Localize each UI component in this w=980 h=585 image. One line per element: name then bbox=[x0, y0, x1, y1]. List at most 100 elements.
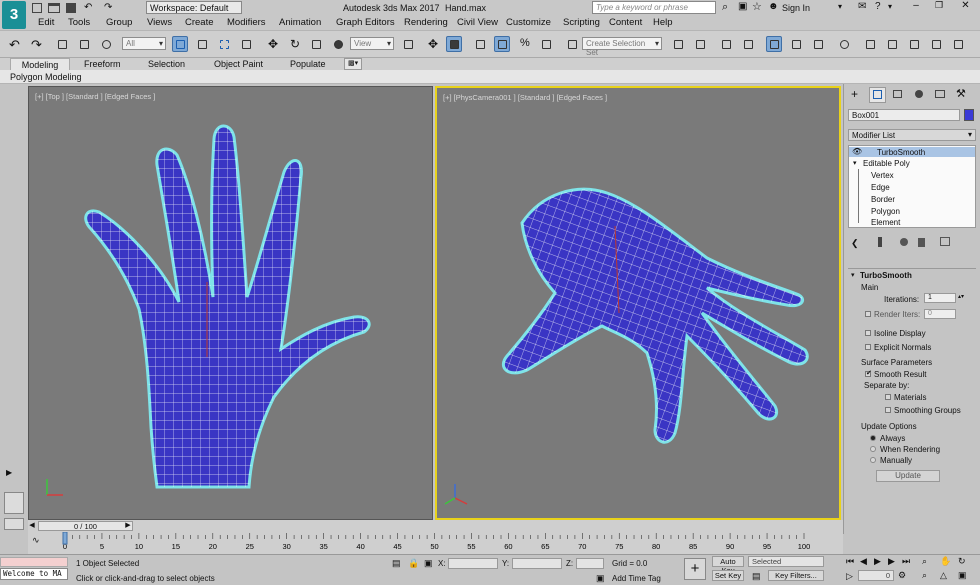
prev-frame-icon[interactable]: ◀ bbox=[860, 556, 867, 567]
trackbar[interactable]: 0 5 10 15 20 25 30 35 40 45 50 55 60 65 70 75 80 85 90 95 10… bbox=[28, 532, 843, 554]
stack-item-border[interactable]: Border bbox=[871, 195, 895, 204]
goto-start-icon[interactable]: ⏮ bbox=[846, 556, 854, 567]
isolate-selection-icon[interactable]: ▤ bbox=[392, 558, 401, 569]
menu-create[interactable]: Create bbox=[185, 17, 214, 28]
set-key-plus-icon[interactable]: + bbox=[684, 558, 706, 580]
render-cloud-icon[interactable] bbox=[950, 36, 966, 52]
manually-radio[interactable] bbox=[870, 457, 876, 463]
viewport-top[interactable]: [+] [Top ] [Standard ] [Edged Faces ] bbox=[28, 86, 433, 520]
collapse-arrow-icon[interactable]: ▾ bbox=[853, 159, 857, 167]
utilities-tab-icon[interactable]: ⚒ bbox=[953, 87, 970, 103]
y-coord-field[interactable] bbox=[512, 558, 562, 569]
menu-content[interactable]: Content bbox=[609, 17, 642, 28]
app-logo[interactable]: 3 bbox=[2, 1, 26, 29]
prev-frame-arrow-icon[interactable]: ◀ bbox=[28, 521, 36, 531]
open-file-icon[interactable] bbox=[48, 3, 60, 13]
align-icon[interactable] bbox=[692, 36, 708, 52]
layer-explorer-icon[interactable] bbox=[740, 36, 756, 52]
tab-populate[interactable]: Populate bbox=[286, 58, 330, 70]
x-coord-field[interactable] bbox=[448, 558, 498, 569]
smoothing-groups-checkbox[interactable] bbox=[885, 407, 891, 413]
workspace-dropdown[interactable]: Workspace: Default bbox=[146, 1, 242, 14]
update-button[interactable]: Update bbox=[876, 470, 940, 482]
ribbon-sub-label[interactable]: Polygon Modeling bbox=[10, 72, 82, 82]
curve-editor-icon[interactable] bbox=[788, 36, 804, 52]
scene-explorer-icon[interactable] bbox=[718, 36, 734, 52]
show-end-result-icon[interactable] bbox=[878, 237, 882, 247]
menu-modifiers[interactable]: Modifiers bbox=[227, 17, 266, 28]
redo-button[interactable]: ↷ bbox=[28, 36, 44, 52]
minimize-icon[interactable]: – bbox=[905, 0, 927, 15]
menu-animation[interactable]: Animation bbox=[279, 17, 321, 28]
iterations-spinner[interactable]: 1 bbox=[924, 293, 956, 303]
keyboard-shortcut-override-button[interactable] bbox=[446, 36, 462, 52]
transform-mode-icon[interactable]: ▣ bbox=[424, 558, 433, 569]
isoline-display-checkbox[interactable] bbox=[865, 330, 871, 336]
maximize-viewport-icon[interactable]: ▣ bbox=[958, 570, 967, 581]
viewport-camera[interactable]: [+] [PhysCamera001 ] [Standard ] [Edged … bbox=[435, 86, 841, 520]
new-file-icon[interactable] bbox=[32, 3, 42, 13]
link-icon[interactable] bbox=[54, 36, 70, 52]
search-icon[interactable]: ⌕ bbox=[722, 1, 728, 14]
stack-item-turbosmooth[interactable]: TurboSmooth bbox=[877, 148, 925, 157]
spinner-arrows-icon[interactable]: ▴▾ bbox=[958, 293, 964, 300]
stack-item-element[interactable]: Element bbox=[871, 218, 900, 227]
spinner-snap-icon[interactable] bbox=[538, 36, 554, 52]
current-frame-marker[interactable] bbox=[62, 532, 68, 545]
pivot-center-icon[interactable] bbox=[400, 36, 416, 52]
current-frame-field[interactable]: 0 bbox=[858, 570, 894, 581]
material-editor-icon[interactable] bbox=[836, 36, 852, 52]
cart-icon[interactable]: ▣ bbox=[738, 1, 747, 12]
key-mode-icon[interactable]: ▤ bbox=[752, 571, 761, 582]
mirror-icon[interactable] bbox=[670, 36, 686, 52]
display-tab-icon[interactable] bbox=[932, 87, 949, 103]
stack-item-polygon[interactable]: Polygon bbox=[871, 207, 900, 216]
render-setup-icon[interactable] bbox=[862, 36, 878, 52]
field-of-view-icon[interactable]: △ bbox=[940, 570, 947, 581]
always-radio[interactable] bbox=[870, 435, 876, 441]
move-icon[interactable]: ✥ bbox=[264, 36, 280, 52]
pan-icon[interactable]: ✋ bbox=[940, 556, 951, 567]
open-mini-curve-editor-icon[interactable]: ∿ bbox=[32, 535, 40, 546]
menu-scripting[interactable]: Scripting bbox=[563, 17, 600, 28]
schematic-view-icon[interactable] bbox=[810, 36, 826, 52]
rollout-title[interactable]: TurboSmooth bbox=[860, 271, 912, 280]
menu-rendering[interactable]: Rendering bbox=[404, 17, 448, 28]
tab-modeling[interactable]: Modeling bbox=[10, 58, 70, 70]
motion-tab-icon[interactable] bbox=[911, 87, 928, 103]
maximize-icon[interactable]: ❐ bbox=[928, 0, 950, 15]
named-selection-dropdown[interactable]: Create Selection Set bbox=[582, 37, 662, 57]
time-tag-icon[interactable]: ▣ bbox=[596, 573, 605, 584]
explicit-normals-checkbox[interactable] bbox=[865, 344, 871, 350]
zoom-extents-icon[interactable]: ⌕ bbox=[922, 556, 927, 567]
angle-snap-button[interactable] bbox=[494, 36, 510, 52]
select-by-name-icon[interactable] bbox=[194, 36, 210, 52]
rotate-icon[interactable]: ↻ bbox=[286, 36, 302, 52]
goto-end-icon[interactable]: ⏭ bbox=[902, 556, 910, 567]
undo-button[interactable]: ↶ bbox=[6, 36, 22, 52]
tab-object-paint[interactable]: Object Paint bbox=[210, 58, 267, 70]
time-slider[interactable]: 0 / 100 bbox=[38, 521, 133, 531]
menu-tools[interactable]: Tools bbox=[68, 17, 90, 28]
orbit-icon[interactable]: ↻ bbox=[958, 556, 966, 567]
percent-snap-icon[interactable]: % bbox=[516, 36, 532, 52]
menu-customize[interactable]: Customize bbox=[506, 17, 551, 28]
stack-item-vertex[interactable]: Vertex bbox=[871, 171, 894, 180]
rendered-frame-window-icon[interactable] bbox=[884, 36, 900, 52]
create-tab-icon[interactable]: + bbox=[848, 87, 865, 103]
render-production-icon[interactable] bbox=[906, 36, 922, 52]
viewport-layout-tab-2[interactable] bbox=[4, 518, 24, 530]
select-manipulate-icon[interactable]: ✥ bbox=[424, 36, 440, 52]
next-frame-icon[interactable]: ▶ bbox=[888, 556, 895, 567]
search-input[interactable]: Type a keyword or phrase bbox=[592, 1, 716, 14]
sign-in-link[interactable]: Sign In bbox=[782, 3, 810, 13]
viewport-layout-tab[interactable] bbox=[4, 492, 24, 514]
rollout-collapse-icon[interactable]: ▾ bbox=[851, 271, 855, 279]
z-coord-field[interactable] bbox=[576, 558, 604, 569]
when-rendering-radio[interactable] bbox=[870, 446, 876, 452]
object-name-input[interactable]: Box001 bbox=[848, 109, 960, 121]
menu-civil-view[interactable]: Civil View bbox=[457, 17, 498, 28]
window-crossing-icon[interactable] bbox=[238, 36, 254, 52]
hierarchy-tab-icon[interactable] bbox=[890, 87, 907, 103]
stack-item-edge[interactable]: Edge bbox=[871, 183, 890, 192]
